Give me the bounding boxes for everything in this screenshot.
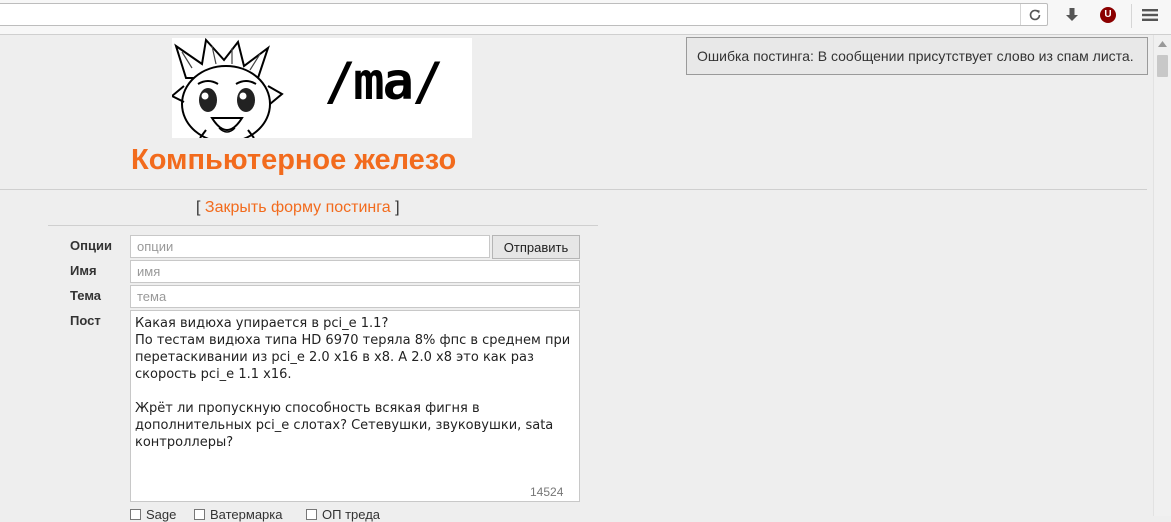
- ublock-button[interactable]: U: [1095, 3, 1121, 27]
- post-line: ​: [135, 383, 575, 400]
- post-line: контроллеры?: [135, 435, 234, 450]
- post-line: скорость pci_e 1.1 x16.: [135, 367, 292, 382]
- post-line: дополнительных pci_e слотах? Сетевушки, …: [135, 418, 554, 433]
- post-line: перетаскивании из pci_e 2.0 x16 в x8. А …: [135, 350, 534, 365]
- name-input[interactable]: [130, 260, 580, 283]
- form-divider: [48, 225, 598, 226]
- submit-button[interactable]: Отправить: [492, 235, 580, 259]
- reload-icon: [1029, 9, 1040, 20]
- bracket-close: ]: [395, 199, 400, 216]
- download-button[interactable]: [1059, 3, 1085, 27]
- reload-button[interactable]: [1020, 4, 1048, 25]
- url-bar[interactable]: [0, 3, 1048, 26]
- divider: [0, 189, 1147, 190]
- browser-toolbar: U: [0, 0, 1171, 35]
- download-arrow-icon: [1066, 8, 1078, 21]
- board-title: Компьютерное железо: [131, 144, 457, 176]
- op-thread-label: ОП треда: [322, 507, 381, 522]
- post-label: Пост: [70, 313, 101, 328]
- close-form-toggle: [ Закрыть форму постинга ]: [196, 199, 400, 217]
- subject-input[interactable]: [130, 285, 580, 308]
- sage-label: Sage: [146, 507, 177, 522]
- post-line: Какая видюха упирается в pci_e 1.1?: [135, 316, 389, 331]
- op-thread-checkbox[interactable]: [306, 509, 317, 520]
- anime-girl-icon: [172, 38, 284, 138]
- scroll-thumb[interactable]: [1157, 55, 1168, 77]
- post-textarea[interactable]: Какая видюха упирается в pci_e 1.1? По т…: [130, 310, 580, 502]
- ublock-icon: U: [1100, 7, 1116, 23]
- char-counter: 14524: [530, 485, 564, 499]
- posting-error-notification: Ошибка постинга: В сообщении присутствуе…: [686, 37, 1148, 75]
- subject-label: Тема: [70, 288, 102, 303]
- toolbar-separator: [1131, 4, 1132, 28]
- menu-button[interactable]: [1137, 3, 1163, 27]
- options-label: Опции: [70, 238, 112, 253]
- op-thread-option[interactable]: ОП треда: [306, 507, 380, 522]
- bracket-open: [: [196, 199, 201, 216]
- board-logo: /ma/: [172, 38, 472, 138]
- post-line: По тестам видюха типа HD 6970 теряла 8% …: [135, 333, 571, 348]
- scroll-up-arrow-icon[interactable]: [1154, 35, 1171, 52]
- sage-option[interactable]: Sage: [130, 507, 176, 522]
- watermark-label: Ватермарка: [210, 507, 283, 522]
- name-label: Имя: [70, 263, 97, 278]
- sage-checkbox[interactable]: [130, 509, 141, 520]
- logo-board-code: /ma/: [324, 52, 443, 112]
- options-input[interactable]: [130, 235, 490, 258]
- page-scrollbar[interactable]: [1153, 35, 1171, 516]
- hamburger-menu-icon: [1142, 9, 1158, 21]
- watermark-option[interactable]: Ватермарка: [194, 507, 282, 522]
- watermark-checkbox[interactable]: [194, 509, 205, 520]
- close-posting-form-link[interactable]: Закрыть форму постинга: [205, 199, 391, 216]
- post-line: Жрёт ли пропускную способность всякая фи…: [135, 401, 480, 416]
